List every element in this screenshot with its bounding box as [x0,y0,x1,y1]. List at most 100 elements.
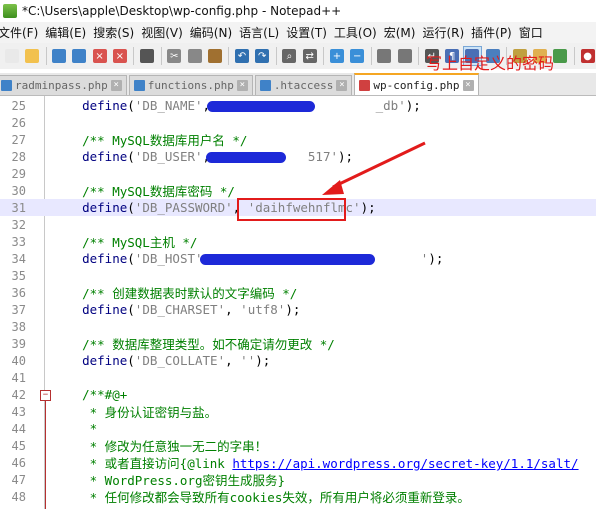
redo-icon[interactable]: ↷ [253,46,272,66]
menu-item[interactable]: 语言(L) [239,24,286,41]
open-file-icon[interactable] [22,46,41,66]
copy-icon[interactable] [185,46,204,66]
menu-item[interactable]: 文件(F) [0,24,45,41]
fold-gutter [38,454,52,471]
code-line[interactable]: 27 /** MySQL数据库用户名 */ [0,131,596,149]
menu-item[interactable]: 视图(V) [141,24,190,41]
notepad-plus-plus-icon [3,4,17,18]
code-text: /** 数据库整理类型。如不确定请勿更改 */ [52,337,335,352]
code-line[interactable]: 47 * WordPress.org密钥生成服务} [0,471,596,489]
code-line[interactable]: 41 [0,369,596,386]
fold-gutter [38,131,52,148]
zoom-in-icon[interactable]: + [327,46,346,66]
code-line[interactable]: 45 * 修改为任意独一无二的字串！ [0,437,596,455]
code-line[interactable]: 39 /** 数据库整理类型。如不确定请勿更改 */ [0,335,596,353]
undo-icon[interactable]: ↶ [232,46,251,66]
toolbar-separator [133,47,135,65]
tab-functions-php[interactable]: functions.php × [128,75,253,95]
close-tab-icon[interactable]: × [110,80,122,91]
code-line[interactable]: 29 [0,165,596,182]
line-number: 26 [11,115,26,130]
menu-item[interactable]: 搜索(S) [93,24,141,41]
code-line[interactable]: 35 [0,267,596,284]
line-number: 46 [11,455,26,470]
code-line[interactable]: 40 define('DB_COLLATE', ''); [0,352,596,369]
code-line[interactable]: 33 /** MySQL主机 */ [0,233,596,251]
menu-item[interactable]: 宏(M) [384,24,423,41]
line-number: 27 [11,132,26,147]
fold-gutter [38,182,52,199]
tab-label: radminpass.php [15,79,108,92]
fold-gutter [38,369,52,386]
fold-gutter [38,233,52,250]
code-line[interactable]: 38 [0,318,596,335]
code-text: * 任何修改都会导致所有cookies失效，所有用户将必须重新登录。 [52,490,470,505]
toolbar-separator [323,47,325,65]
line-number: 44 [11,421,26,436]
line-number: 32 [11,217,26,232]
tab-label: functions.php [147,79,234,92]
print-icon[interactable] [137,46,156,66]
fold-gutter [38,403,52,420]
fold-gutter [38,352,52,369]
new-file-icon[interactable] [2,46,21,66]
menu-item[interactable]: 运行(R) [422,24,471,41]
record-icon[interactable]: ● [578,46,596,66]
code-line[interactable]: 48 * 任何修改都会导致所有cookies失效，所有用户将必须重新登录。 [0,488,596,506]
tab-htaccess[interactable]: .htaccess × [254,75,353,95]
close-tab-icon[interactable]: × [236,80,248,91]
close-tab-icon[interactable]: × [336,80,348,91]
code-line[interactable]: 36 /** 创建数据表时默认的文字编码 */ [0,284,596,302]
redaction-db-host [200,254,375,265]
menu-item[interactable]: 插件(P) [471,24,519,41]
fold-gutter [38,114,52,131]
code-text: * [52,421,98,436]
menu-item[interactable]: 设置(T) [286,24,334,41]
toolbar-separator [574,47,575,65]
close-icon[interactable]: × [90,46,109,66]
code-line[interactable]: 28 define('DB_USER', ' 517'); [0,148,596,165]
code-text: * 身份认证密钥与盐。 [52,405,218,420]
sync-v-icon[interactable] [375,46,394,66]
paste-icon[interactable] [205,46,224,66]
code-editor[interactable]: − 25 define('DB_NAME', ' _db');2627 /** … [0,96,596,509]
code-line[interactable]: 46 * 或者直接访问{@link https://api.wordpress.… [0,454,596,472]
tab-radminpass-php[interactable]: radminpass.php × [0,75,127,95]
replace-icon[interactable]: ⇄ [300,46,319,66]
menu-item[interactable]: 编辑(E) [45,24,93,41]
save-icon[interactable] [49,46,68,66]
code-text: /**#@+ [52,387,128,402]
tab-wp-config-php[interactable]: wp-config.php × [354,73,479,95]
close-tab-icon[interactable]: × [462,79,474,91]
redaction-db-name [207,101,315,112]
code-line[interactable]: 37 define('DB_CHARSET', 'utf8'); [0,301,596,318]
code-line[interactable]: 44 * [0,420,596,437]
fold-gutter [38,301,52,318]
toolbar-separator [228,47,230,65]
fold-gutter [38,97,52,114]
code-line[interactable]: 42 /**#@+ [0,386,596,403]
line-number: 47 [11,472,26,487]
code-line[interactable]: 26 [0,114,596,131]
fold-gutter [38,267,52,284]
zoom-out-icon[interactable]: − [348,46,367,66]
tab-label: wp-config.php [373,78,460,92]
fold-gutter [38,420,52,437]
saved-file-icon [133,80,145,91]
fold-gutter [38,335,52,352]
menu-item[interactable]: 工具(O) [334,24,384,41]
menu-item[interactable]: 窗口 [519,24,550,41]
close-all-icon[interactable]: × [110,46,129,66]
code-text: define('DB_USER', ' 517'); [82,149,354,164]
sync-h-icon[interactable] [395,46,414,66]
find-icon[interactable]: ⌕ [280,46,299,66]
cut-icon[interactable]: ✂ [165,46,184,66]
toolbar-separator [370,47,372,65]
code-line[interactable]: 30 /** MySQL数据库密码 */ [0,182,596,200]
menu-item[interactable]: 编码(N) [190,24,239,41]
code-line[interactable]: 43 * 身份认证密钥与盐。 [0,403,596,421]
code-text: define('DB_CHARSET', 'utf8'); [82,302,301,317]
save-all-icon[interactable] [70,46,89,66]
code-text: /** MySQL主机 */ [52,235,198,250]
line-number: 29 [11,166,26,181]
